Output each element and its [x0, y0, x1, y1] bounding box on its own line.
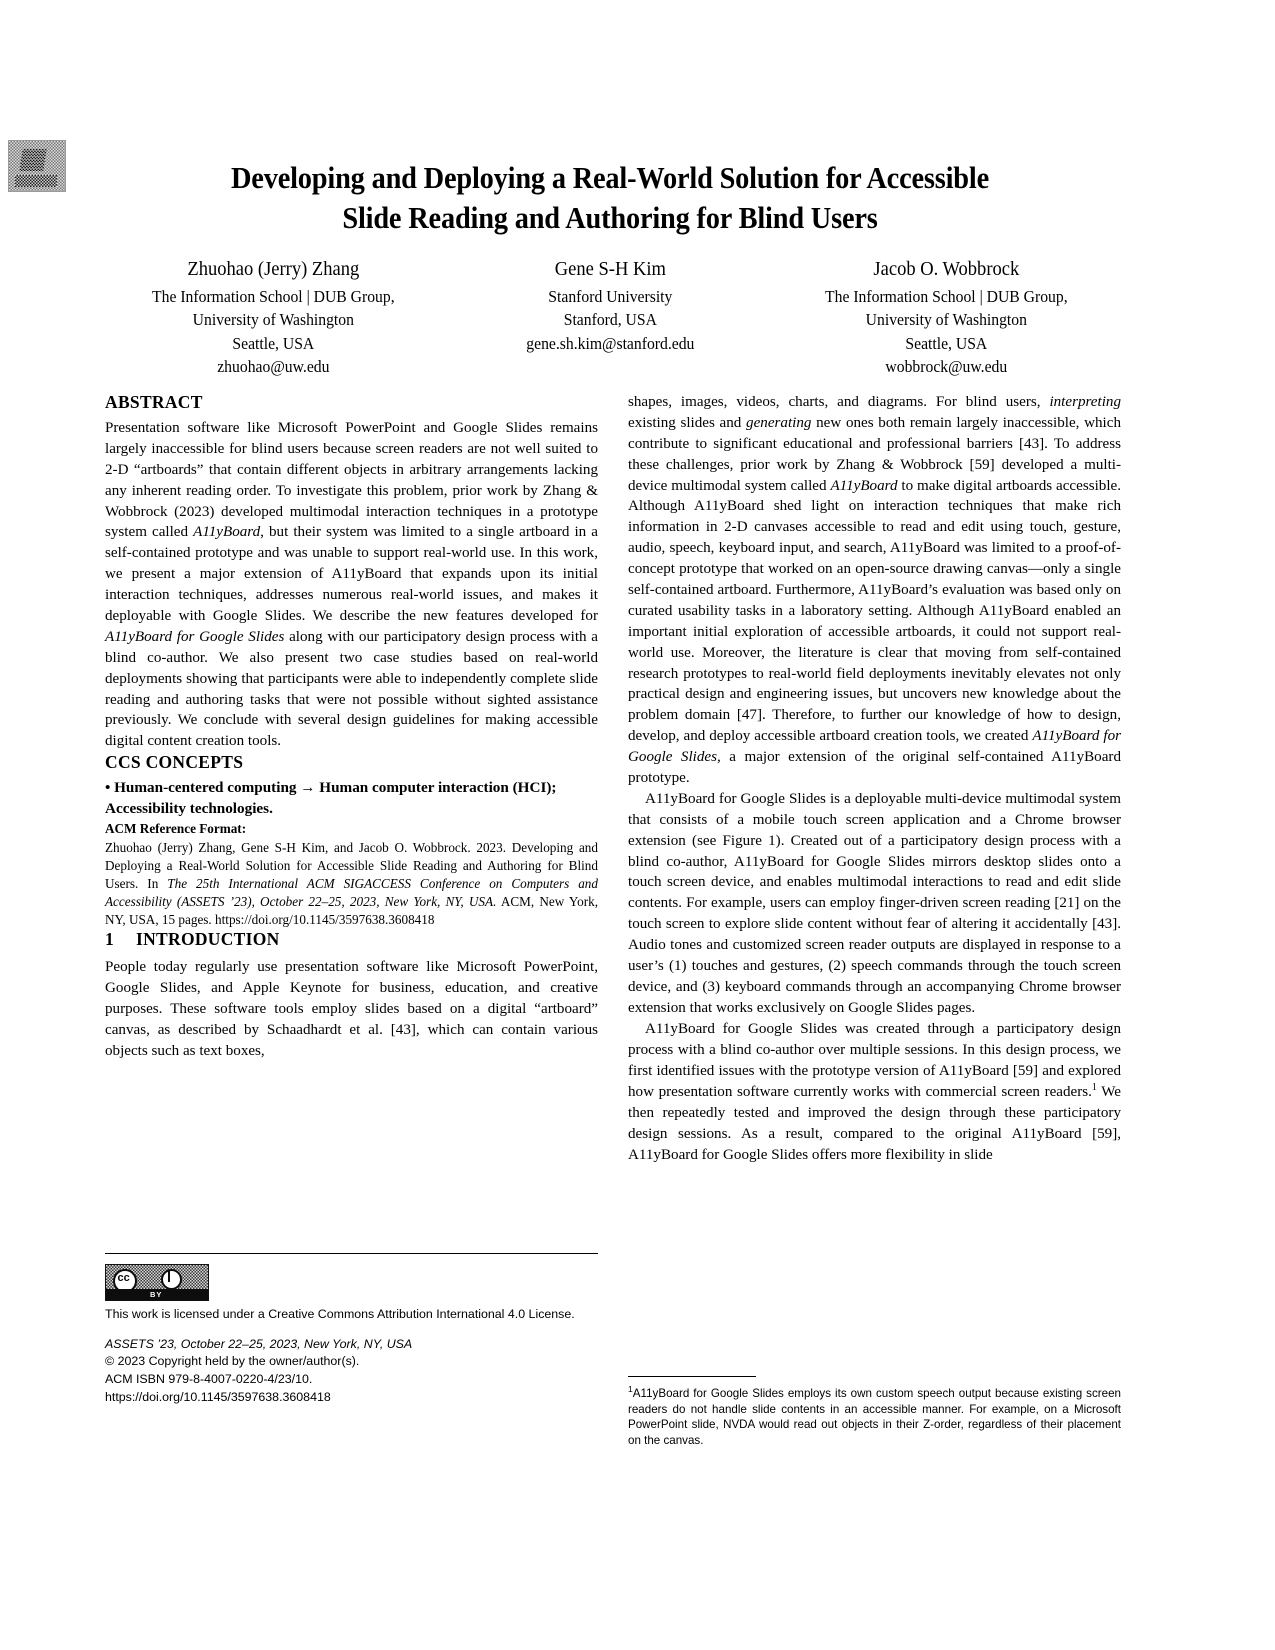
abstract-emphasis-a11yboard: A11yBoard [193, 524, 261, 541]
abstract-emphasis-a11yboard-gslides: A11yBoard for Google Slides [105, 628, 285, 645]
author-location: Seattle, USA [905, 333, 988, 353]
rc-p1-emphasis-a11yboard: A11yBoard [830, 477, 898, 494]
rc-p3-part-1: A11yBoard for Google Slides was created … [628, 1020, 1121, 1101]
license-text: This work is licensed under a Creative C… [105, 1307, 575, 1321]
page-title: Developing and Deploying a Real-World So… [140, 158, 1079, 239]
doi-line[interactable]: https://doi.org/10.1145/3597638.3608418 [105, 1390, 331, 1404]
rc-p1-emphasis-interpreting: interpreting [1049, 394, 1121, 410]
paper-title-line-1: Developing and Deploying a Real-World So… [231, 161, 989, 195]
author-email[interactable]: zhuohao@uw.edu [113, 355, 433, 378]
author-2: Gene S-H Kim Stanford University Stanfor… [450, 257, 770, 379]
cc-badge-label: BY [150, 1290, 163, 1299]
rc-p1-part-1: shapes, images, videos, charts, and diag… [628, 394, 1050, 410]
section-title: INTRODUCTION [136, 929, 280, 950]
author-location: Stanford, USA [563, 310, 657, 330]
rc-p1-part-4: to make digital artboards accessible. Al… [628, 477, 1121, 745]
author-affiliation-line-1: The Information School | DUB Group, [825, 286, 1068, 306]
left-column: ABSTRACT Presentation software like Micr… [105, 392, 598, 1062]
abstract-heading: ABSTRACT [105, 392, 203, 412]
section-number: 1 [105, 929, 115, 950]
footnote-divider [628, 1376, 756, 1377]
ccs-concepts-text: • Human-centered computing → Human compu… [105, 779, 557, 818]
footnote-1: 1A11yBoard for Google Slides employs its… [628, 1384, 1121, 1449]
ccs-concepts-heading: CCS CONCEPTS [105, 752, 244, 773]
paper-title-line-2: Slide Reading and Authoring for Blind Us… [342, 201, 878, 236]
footer-divider [105, 1253, 598, 1254]
author-block: Zhuohao (Jerry) Zhang The Information Sc… [105, 257, 1115, 379]
right-paragraph-1: shapes, images, videos, charts, and diag… [628, 392, 1121, 789]
author-affiliation-line-1: The Information School | DUB Group, [152, 286, 395, 306]
license-footer: BY This work is licensed under a Creativ… [105, 1253, 598, 1407]
author-affiliation-line-2: University of Washington [866, 310, 1028, 330]
right-column: shapes, images, videos, charts, and diag… [628, 392, 1121, 1166]
acm-reference-format-text: Zhuohao (Jerry) Zhang, Gene S-H Kim, and… [105, 839, 598, 929]
author-affiliation-line-2: University of Washington [192, 310, 354, 330]
paper-page: Developing and Deploying a Real-World So… [0, 0, 1275, 1650]
right-paragraph-2: A11yBoard for Google Slides is a deploya… [628, 790, 1121, 1016]
rc-p1-emphasis-generating: generating [746, 414, 812, 431]
footnote-block: 1A11yBoard for Google Slides employs its… [628, 1376, 1121, 1449]
cc-badge-bar: BY [106, 1289, 208, 1300]
cc-by-person-icon [161, 1269, 182, 1290]
author-name: Zhuohao (Jerry) Zhang [187, 259, 360, 280]
author-name: Gene S-H Kim [554, 259, 666, 280]
abstract-text-part-1: Presentation software like Microsoft Pow… [105, 420, 598, 541]
author-email[interactable]: wobbrock@uw.edu [787, 355, 1107, 378]
acm-reference-format-heading: ACM Reference Format: [105, 821, 247, 837]
copyright-line: © 2023 Copyright held by the owner/autho… [105, 1354, 360, 1369]
introduction-heading: 1 INTRODUCTION [105, 929, 598, 950]
rc-p1-part-2: existing slides and [628, 414, 747, 431]
introduction-paragraph: People today regularly use presentation … [105, 959, 598, 1059]
abstract-paragraph: Presentation software like Microsoft Pow… [105, 418, 598, 752]
author-location: Seattle, USA [232, 333, 315, 353]
author-email[interactable]: gene.sh.kim@stanford.edu [450, 332, 770, 355]
author-name: Jacob O. Wobbrock [873, 259, 1020, 280]
author-3: Jacob O. Wobbrock The Information School… [787, 257, 1107, 379]
author-affiliation-line-1: Stanford University [547, 286, 673, 306]
paper-title-block: Developing and Deploying a Real-World So… [105, 158, 1115, 239]
acm-artifact-badge-icon [8, 140, 66, 192]
venue-line: ASSETS ’23, October 22–25, 2023, New Yor… [105, 1336, 413, 1351]
author-1: Zhuohao (Jerry) Zhang The Information Sc… [113, 257, 433, 379]
footnote-body: A11yBoard for Google Slides employs its … [628, 1386, 1121, 1448]
creative-commons-by-icon: BY [105, 1264, 209, 1301]
isbn-line: ACM ISBN 979-8-4007-0220-4/23/10. [105, 1372, 313, 1387]
abstract-text-part-3: along with our participatory design proc… [105, 628, 598, 750]
imprint-block: ASSETS ’23, October 22–25, 2023, New Yor… [105, 1336, 598, 1407]
right-paragraph-3: A11yBoard for Google Slides was created … [628, 1019, 1121, 1166]
